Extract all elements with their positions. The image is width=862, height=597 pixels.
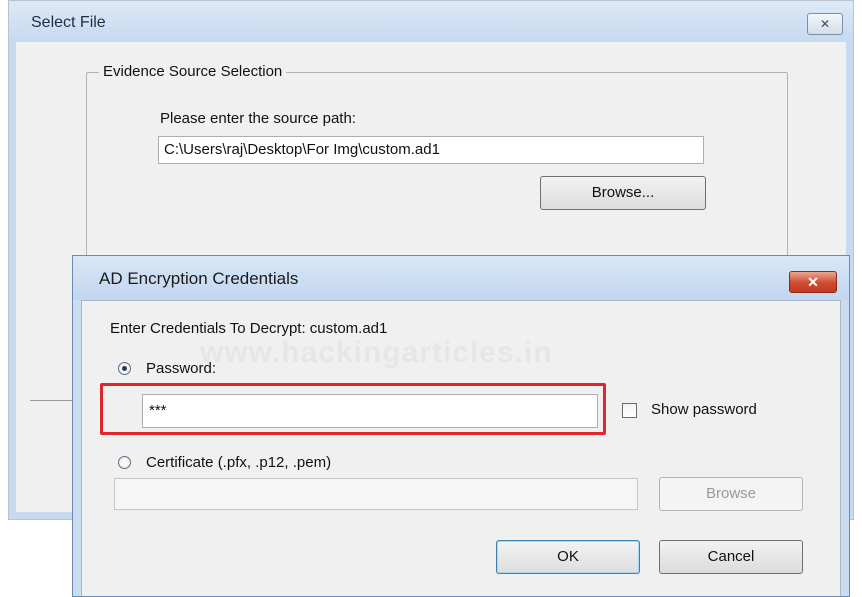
ok-button[interactable]: OK <box>496 540 640 574</box>
certificate-browse-button[interactable]: Browse <box>659 477 803 511</box>
source-path-label: Please enter the source path: <box>160 110 356 127</box>
certificate-radio[interactable] <box>118 456 131 469</box>
credentials-close-button[interactable]: ✕ <box>789 271 837 293</box>
source-browse-button[interactable]: Browse... <box>540 176 706 210</box>
show-password-label[interactable]: Show password <box>651 401 757 418</box>
credentials-dialog-title: AD Encryption Credentials <box>99 269 299 288</box>
credentials-titlebar: AD Encryption Credentials ✕ <box>73 256 849 300</box>
password-radio[interactable] <box>118 362 131 375</box>
watermark: www.hackingarticles.in <box>200 336 553 369</box>
select-file-title: Select File <box>31 14 106 31</box>
select-file-titlebar: Select File ✕ <box>9 1 853 43</box>
select-file-close-button[interactable]: ✕ <box>807 13 843 35</box>
close-icon: ✕ <box>807 274 819 290</box>
certificate-radio-label[interactable]: Certificate (.pfx, .p12, .pem) <box>146 454 331 471</box>
decrypt-prompt: Enter Credentials To Decrypt: custom.ad1 <box>110 320 388 337</box>
show-password-checkbox[interactable] <box>622 403 637 418</box>
evidence-source-group-label: Evidence Source Selection <box>99 63 287 80</box>
password-radio-label[interactable]: Password: <box>146 360 216 377</box>
certificate-path-input[interactable] <box>114 478 638 510</box>
password-highlight-box <box>100 383 606 435</box>
source-path-input[interactable]: C:\Users\raj\Desktop\For Img\custom.ad1 <box>158 136 704 164</box>
cancel-button[interactable]: Cancel <box>659 540 803 574</box>
close-icon: ✕ <box>819 17 831 31</box>
